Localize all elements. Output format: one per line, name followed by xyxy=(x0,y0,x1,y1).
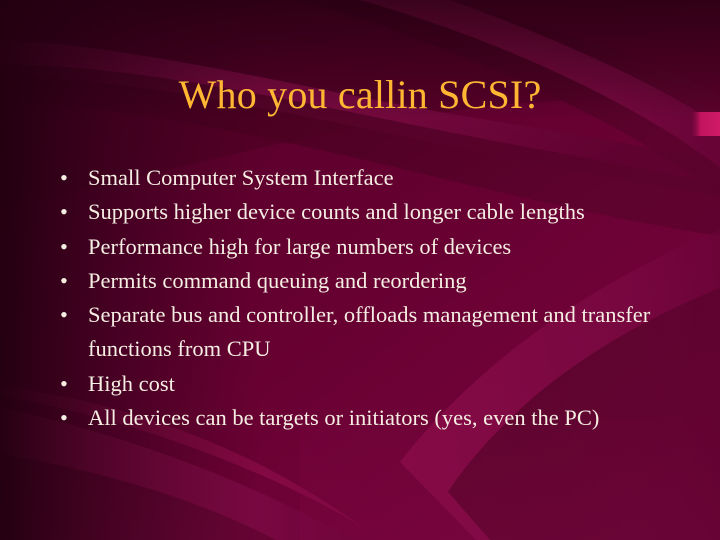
list-item: • Performance high for large numbers of … xyxy=(55,230,665,264)
bullet-dot-icon: • xyxy=(60,233,68,259)
slide-title: Who you callin SCSI? xyxy=(178,72,542,117)
list-item-label: Performance high for large numbers of de… xyxy=(88,233,512,259)
list-item: • All devices can be targets or initiato… xyxy=(55,401,665,435)
bullet-dot-icon: • xyxy=(60,267,68,293)
slide-canvas: Who you callin SCSI? • Small Computer Sy… xyxy=(0,0,720,540)
bullet-dot-icon: • xyxy=(60,370,68,396)
list-item-label: Permits command queuing and reordering xyxy=(88,267,467,293)
list-item: • Supports higher device counts and long… xyxy=(55,195,665,229)
bullet-dot-icon: • xyxy=(60,302,68,328)
bullet-dot-icon: • xyxy=(60,165,68,190)
list-item-label: Supports higher device counts and longer… xyxy=(88,199,585,225)
list-item-label: High cost xyxy=(88,370,175,396)
list-item-label: All devices can be targets or initiators… xyxy=(88,405,600,431)
list-item: • High cost xyxy=(55,367,665,401)
list-item-label: Separate bus and controller, offloads ma… xyxy=(88,302,651,362)
list-item: • Separate bus and controller, offloads … xyxy=(55,298,665,367)
bullet-dot-icon: • xyxy=(60,405,68,431)
list-item: • Permits command queuing and reordering xyxy=(55,264,665,298)
bullet-dot-icon: • xyxy=(60,199,68,225)
list-item-label: Small Computer System Interface xyxy=(88,165,394,190)
bullet-list: • Small Computer System Interface • Supp… xyxy=(55,161,665,435)
slide-content: Who you callin SCSI? • Small Computer Sy… xyxy=(0,0,720,540)
list-item: • Small Computer System Interface xyxy=(55,161,665,195)
